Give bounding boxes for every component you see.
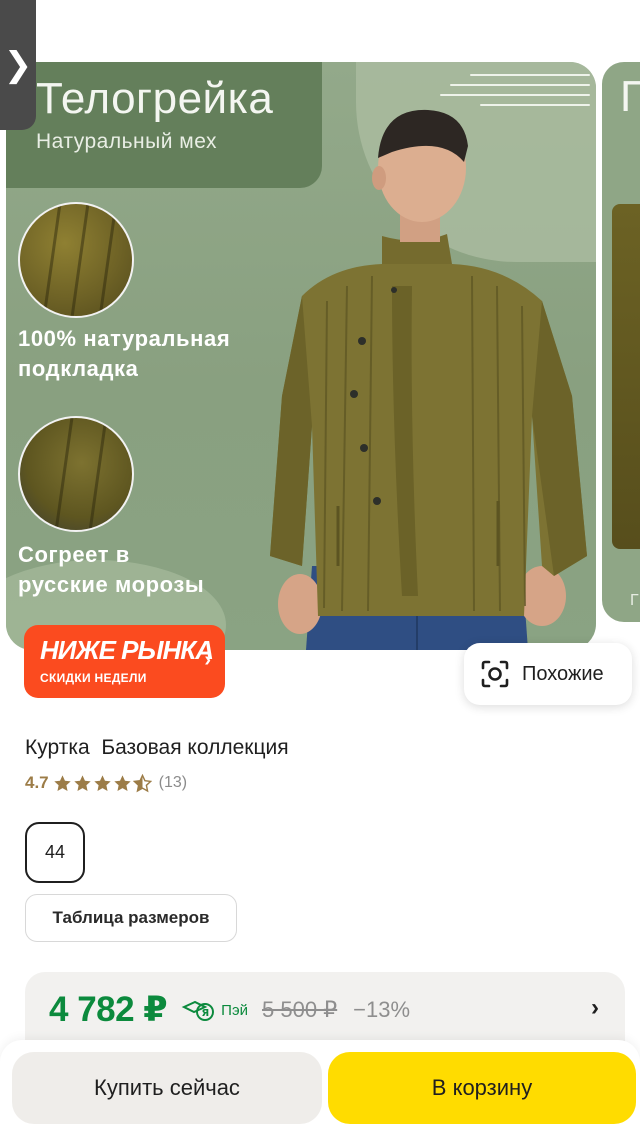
current-price: 4 782 ₽	[49, 990, 168, 1029]
size-option-label: 44	[44, 842, 66, 862]
product-rating[interactable]: 4.7 (13)	[25, 773, 187, 793]
detail-photo-warm	[18, 416, 134, 532]
pay-icon: Я	[181, 1000, 215, 1021]
gallery-card-main[interactable]: Телогрейка Натуральный мех 100% натураль…	[6, 62, 596, 650]
price-row: 4 782 ₽ Я Пэй 5 500 ₽ −13%	[49, 990, 410, 1030]
buy-now-button[interactable]: Купить сейчас	[12, 1052, 322, 1124]
rating-stars	[53, 773, 153, 793]
rating-value: 4.7	[25, 773, 49, 792]
feature-lining-line-2: подкладка	[18, 356, 139, 381]
pay-badge: Я Пэй	[181, 999, 248, 1021]
star-icon	[53, 774, 71, 791]
promo-subtitle: СКИДКИ НЕДЕЛИ	[40, 671, 147, 685]
discount-percent: −13%	[353, 997, 411, 1022]
product-gallery[interactable]: Телогрейка Натуральный мех 100% натураль…	[0, 0, 640, 650]
feature-lining-line-1: 100% натуральная	[18, 326, 231, 351]
add-to-cart-label: В корзину	[431, 1075, 533, 1100]
svg-text:Я: Я	[202, 1008, 210, 1019]
model-photo	[270, 109, 587, 650]
star-half-icon	[132, 773, 152, 792]
old-price: 5 500 ₽	[262, 997, 338, 1022]
star-icon	[73, 774, 91, 791]
similar-button[interactable]: Похожие	[464, 643, 632, 705]
chevron-right-icon: ❯	[3, 46, 33, 84]
product-title: Куртка Базовая коллекция	[25, 736, 289, 759]
next-card-title: П	[620, 72, 640, 121]
feature-warm: Согреет в русские морозы	[18, 540, 204, 600]
reviews-count: (13)	[158, 774, 188, 791]
chevron-right-icon: ›	[591, 994, 599, 1021]
next-card-image	[612, 204, 640, 549]
gallery-card-next[interactable]: П Г	[602, 62, 640, 622]
chevron-right-icon: ›	[204, 649, 211, 671]
size-option-selected[interactable]: 44	[25, 822, 85, 883]
bottom-action-bar: Купить сейчас В корзину	[0, 1040, 640, 1129]
star-icon	[93, 774, 111, 791]
feature-warm-line-1: Согреет в	[18, 542, 130, 567]
promo-title: НИЖЕ РЫНКА	[40, 635, 214, 665]
size-table-button[interactable]: Таблица размеров	[25, 894, 237, 942]
add-to-cart-button[interactable]: В корзину	[328, 1052, 636, 1124]
buy-now-label: Купить сейчас	[94, 1075, 240, 1100]
next-card-text: Г	[630, 592, 639, 609]
size-table-label: Таблица размеров	[52, 908, 210, 927]
detail-photo-lining	[18, 202, 134, 318]
similar-button-label: Похожие	[522, 662, 604, 685]
feature-warm-line-2: русские морозы	[18, 572, 205, 597]
lens-icon	[481, 660, 509, 688]
promo-badge-below-market[interactable]: НИЖЕ РЫНКА СКИДКИ НЕДЕЛИ ›	[24, 625, 225, 698]
gallery-nav-button[interactable]: ❯	[0, 0, 36, 130]
pay-label: Пэй	[221, 1001, 248, 1019]
star-icon	[113, 774, 131, 791]
feature-lining: 100% натуральная подкладка	[18, 324, 230, 384]
